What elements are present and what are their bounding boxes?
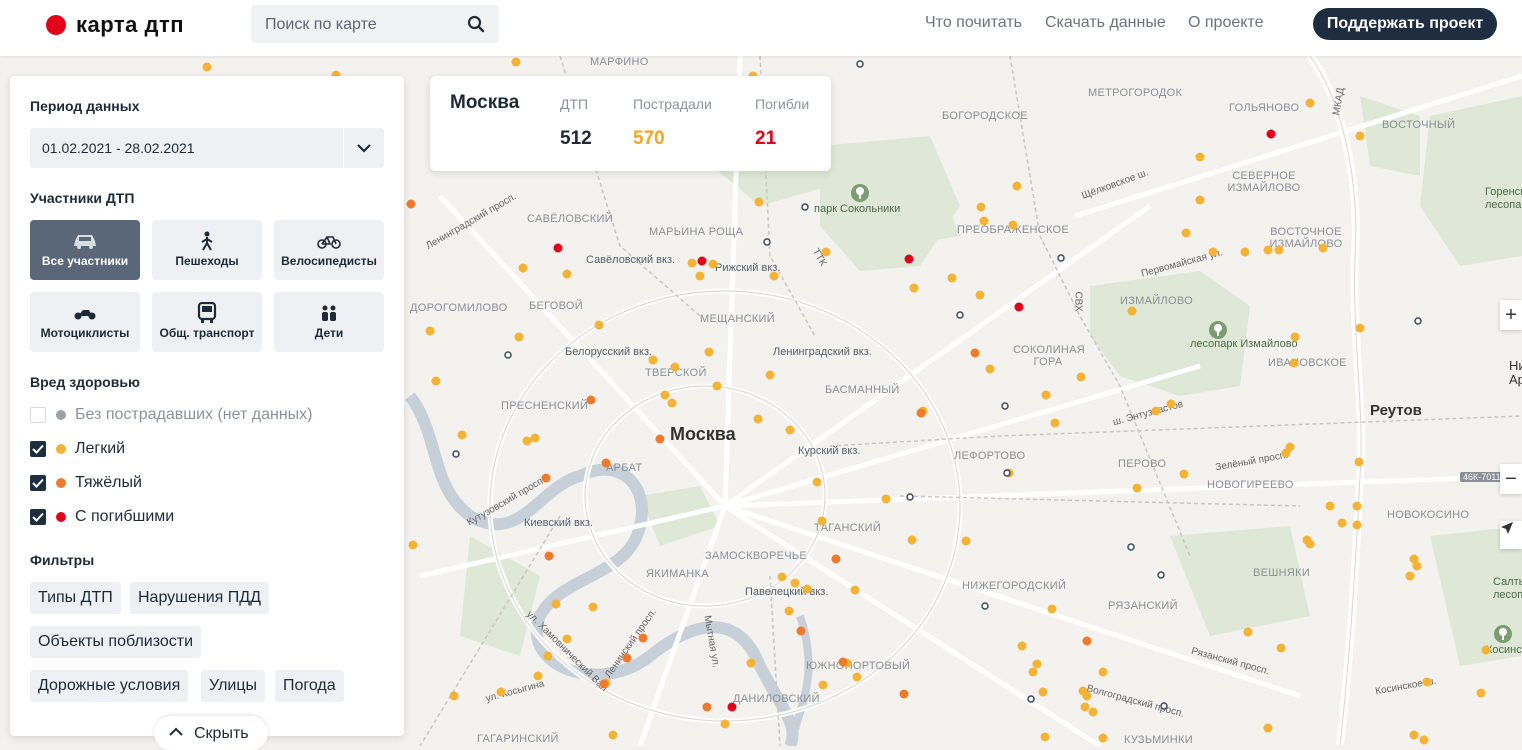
- logo-dot-icon: [46, 15, 66, 35]
- period-select[interactable]: 01.02.2021 - 28.02.2021: [30, 128, 384, 168]
- map-search: [251, 5, 499, 45]
- stat-accidents-value: 512: [560, 128, 592, 149]
- participant-label: Велосипедисты: [281, 254, 377, 268]
- bus-icon: [197, 302, 217, 323]
- support-project-button[interactable]: Поддержать проект: [1313, 8, 1497, 40]
- participant-label: Все участники: [41, 254, 129, 268]
- filter-chip-streets[interactable]: Улицы: [201, 670, 266, 702]
- checkbox-checked[interactable]: [30, 441, 46, 457]
- participants-title: Участники ДТП: [30, 190, 135, 206]
- checkmark-icon: [32, 478, 44, 488]
- harm-color-dot: [56, 512, 66, 522]
- stats-card: Москва ДТП 512 Пострадали 570 Погибли 21: [430, 76, 831, 171]
- harm-color-dot: [56, 444, 66, 454]
- period-title: Период данных: [30, 98, 140, 114]
- participant-children-button[interactable]: Дети: [274, 292, 384, 352]
- nav-about[interactable]: О проекте: [1188, 14, 1263, 32]
- filters-title: Фильтры: [30, 552, 95, 568]
- logo-text: карта дтп: [76, 12, 185, 37]
- checkmark-icon: [32, 444, 44, 454]
- checkbox-checked[interactable]: [30, 509, 46, 525]
- search-icon[interactable]: [467, 15, 485, 33]
- participant-label: Пешеходы: [175, 254, 239, 268]
- harm-color-dot: [56, 478, 66, 488]
- participant-cyclists-button[interactable]: Велосипедисты: [274, 220, 384, 280]
- hide-label: Скрыть: [194, 725, 249, 742]
- site-logo[interactable]: карта дтп: [46, 12, 184, 38]
- filter-chip-accident-types[interactable]: Типы ДТП: [30, 582, 121, 614]
- harm-option-none[interactable]: Без пострадавших (нет данных): [30, 404, 313, 426]
- chevron-up-icon: [169, 727, 183, 736]
- filter-chip-weather[interactable]: Погода: [275, 670, 344, 702]
- children-icon: [322, 305, 336, 321]
- nav-reading[interactable]: Что почитать: [925, 14, 1022, 32]
- harm-color-dot: [56, 410, 66, 420]
- pedestrian-icon: [201, 231, 213, 251]
- participant-label: Мотоциклисты: [40, 326, 130, 340]
- bicycle-icon: [317, 236, 341, 249]
- participant-label: Общ. транспорт: [159, 326, 255, 340]
- harm-label: Тяжёлый: [75, 474, 142, 491]
- stat-accidents-label: ДТП: [560, 96, 589, 112]
- participant-motorcyclists-button[interactable]: Мотоциклисты: [30, 292, 140, 352]
- harm-label: Без пострадавших (нет данных): [75, 406, 313, 423]
- chevron-down-icon[interactable]: [343, 128, 384, 168]
- participant-transport-button[interactable]: Общ. транспорт: [152, 292, 262, 352]
- stat-killed-label: Погибли: [755, 96, 810, 112]
- motorcycle-icon: [74, 310, 96, 320]
- participant-label: Дети: [314, 326, 344, 340]
- stat-injured-value: 570: [633, 128, 665, 149]
- harm-option-severe[interactable]: Тяжёлый: [30, 472, 142, 494]
- nav-download[interactable]: Скачать данные: [1045, 14, 1166, 32]
- zoom-in-button[interactable]: +: [1500, 300, 1522, 330]
- filter-chip-nearby-objects[interactable]: Объекты поблизости: [30, 626, 202, 658]
- participant-pedestrians-button[interactable]: Пешеходы: [152, 220, 262, 280]
- stat-killed-value: 21: [755, 128, 777, 149]
- checkbox[interactable]: [30, 407, 46, 423]
- geolocation-button[interactable]: [1500, 521, 1522, 549]
- car-icon: [74, 235, 96, 249]
- harm-option-fatal[interactable]: С погибшими: [30, 506, 174, 528]
- stat-injured-label: Пострадали: [633, 96, 712, 112]
- filter-chip-road-conditions[interactable]: Дорожные условия: [30, 670, 189, 702]
- harm-option-light[interactable]: Легкий: [30, 438, 125, 460]
- filter-sidebar: Период данных 01.02.2021 - 28.02.2021 Уч…: [10, 76, 404, 736]
- checkbox-checked[interactable]: [30, 475, 46, 491]
- period-value: 01.02.2021 - 28.02.2021: [42, 140, 195, 156]
- search-input[interactable]: [263, 5, 457, 45]
- participant-all-button[interactable]: Все участники: [30, 220, 140, 280]
- checkmark-icon: [32, 512, 44, 522]
- navigation-arrow-icon: [1501, 522, 1513, 534]
- zoom-out-button[interactable]: −: [1500, 464, 1522, 494]
- top-header: карта дтп Что почитать Скачать данные О …: [0, 0, 1522, 56]
- harm-label: С погибшими: [75, 508, 175, 525]
- hide-sidebar-button[interactable]: Скрыть: [154, 716, 268, 750]
- harm-label: Легкий: [75, 440, 126, 457]
- harm-title: Вред здоровью: [30, 374, 140, 390]
- stats-city: Москва: [450, 92, 520, 113]
- filter-chip-violations[interactable]: Нарушения ПДД: [130, 582, 269, 614]
